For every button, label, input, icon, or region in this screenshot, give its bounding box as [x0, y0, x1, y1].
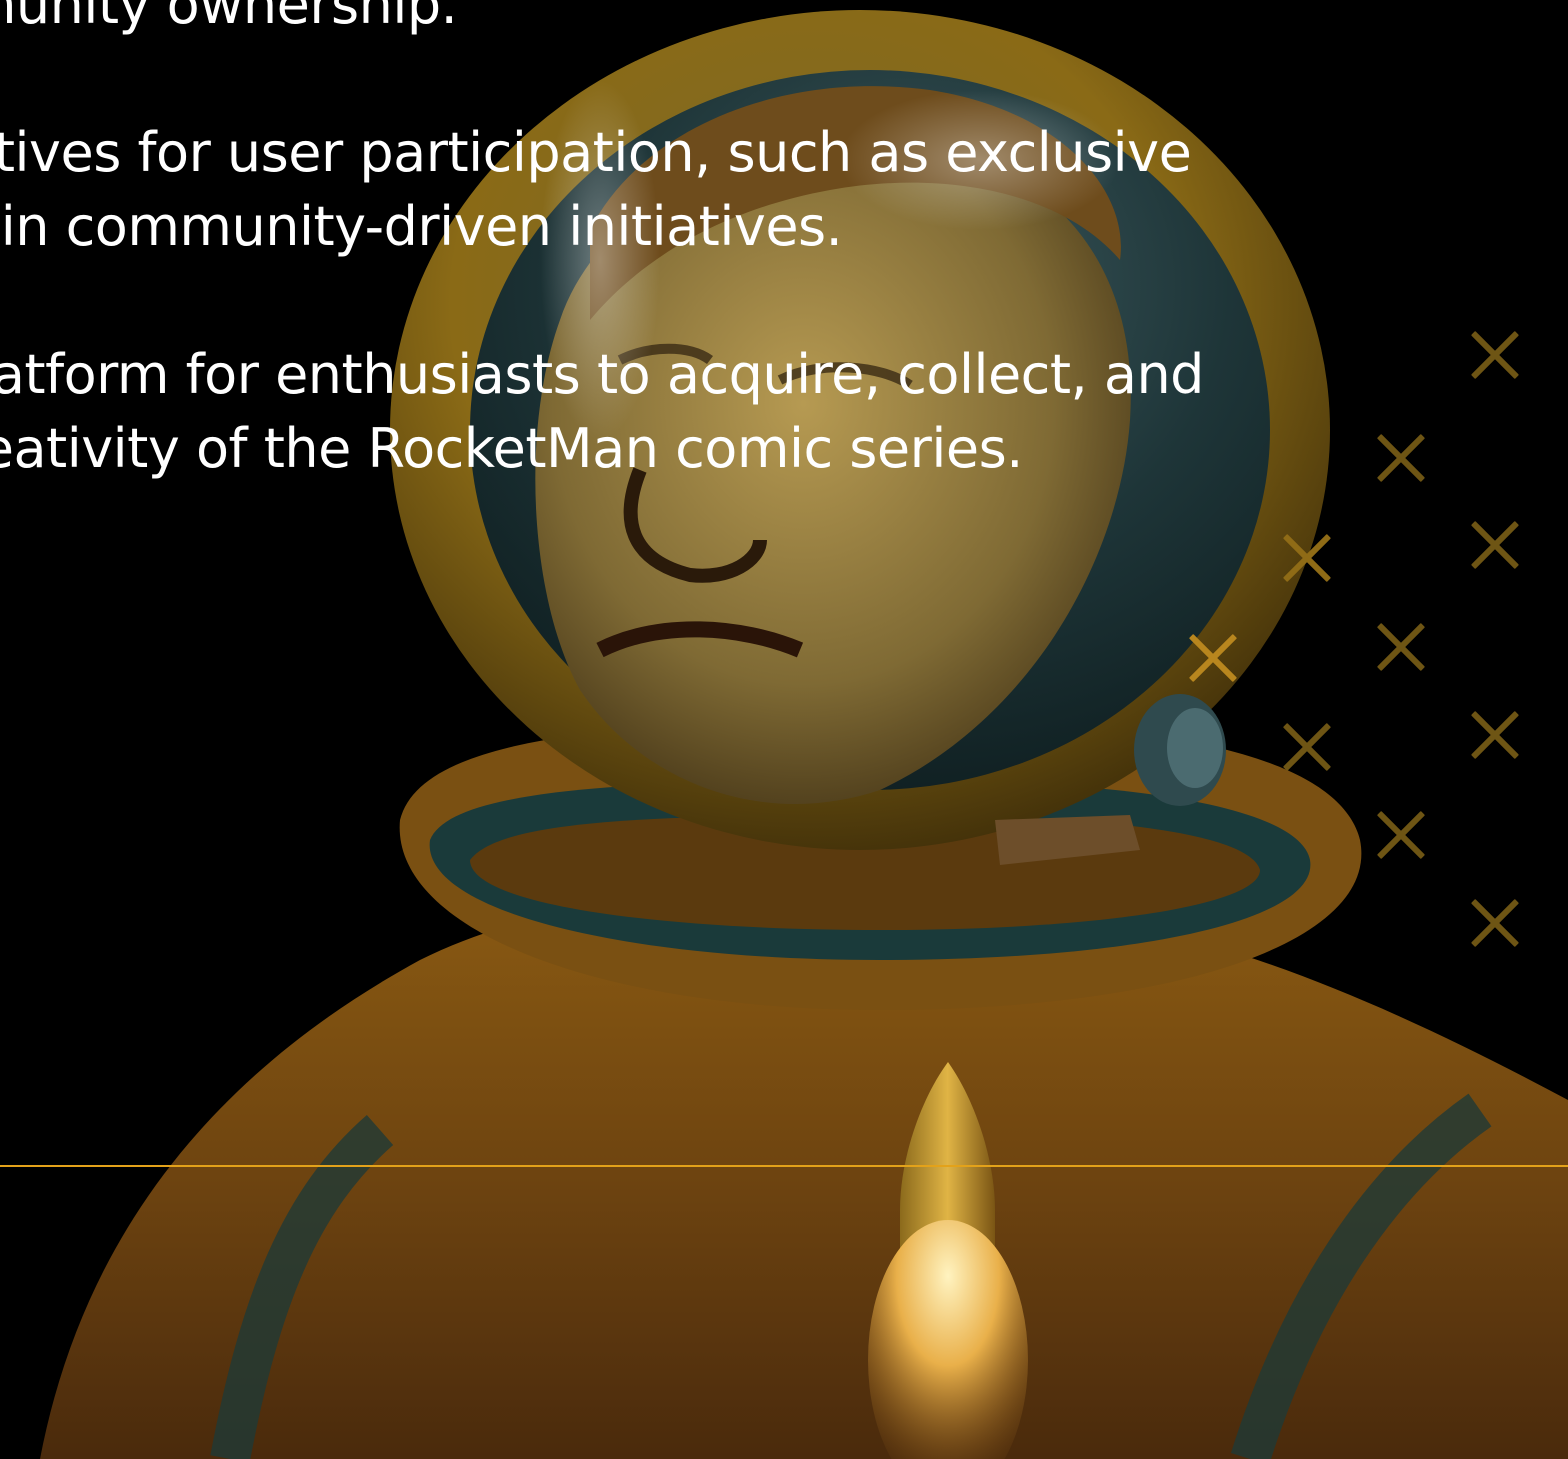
text-line-4: s a platform for enthusiasts to acquire,…	[0, 343, 1204, 406]
text-line-3: ation in community-driven initiatives.	[0, 195, 843, 258]
x-icon	[1470, 898, 1520, 948]
body-text: community ownership. incentives for user…	[0, 0, 1350, 486]
text-line-5: tic creativity of the RocketMan comic se…	[0, 417, 1023, 480]
x-icon	[1470, 520, 1520, 570]
x-icon	[1470, 710, 1520, 760]
x-icon	[1376, 433, 1426, 483]
page: community ownership. incentives for user…	[0, 0, 1568, 1459]
x-icon	[1188, 633, 1238, 683]
x-icon	[1282, 722, 1332, 772]
text-line-2: incentives for user participation, such …	[0, 121, 1192, 184]
x-icon	[1376, 810, 1426, 860]
x-icon	[1376, 622, 1426, 672]
accent-divider-line	[0, 1165, 1568, 1167]
text-line-1: community ownership.	[0, 0, 458, 36]
x-icon	[1282, 533, 1332, 583]
x-icon	[1470, 330, 1520, 380]
